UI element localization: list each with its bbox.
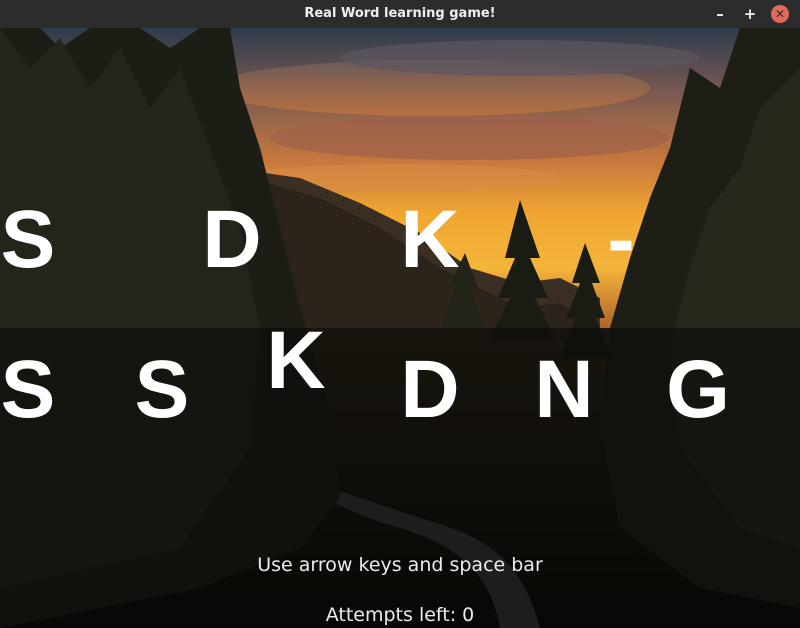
target-letter-3: K bbox=[400, 194, 460, 285]
target-letter-1: S bbox=[0, 194, 56, 285]
choice-letter-5[interactable]: N bbox=[529, 349, 599, 431]
minimize-button[interactable]: – bbox=[711, 5, 729, 23]
choice-letter-selected[interactable]: K bbox=[261, 320, 331, 402]
target-letter-4: - bbox=[607, 194, 635, 285]
target-letter-2: D bbox=[202, 194, 262, 285]
choice-letter-1[interactable]: S bbox=[0, 349, 63, 431]
game-canvas[interactable]: S D K - S S K D N G Use arrow keys and s… bbox=[0, 28, 800, 628]
choice-letter-4[interactable]: D bbox=[395, 349, 465, 431]
app-window: Real Word learning game! – + ✕ S D K - S… bbox=[0, 0, 800, 628]
choice-letter-2[interactable]: S bbox=[127, 349, 197, 431]
instructions-text: Use arrow keys and space bar bbox=[257, 554, 543, 576]
close-button[interactable]: ✕ bbox=[771, 5, 789, 23]
title-bar[interactable]: Real Word learning game! – + ✕ bbox=[0, 0, 800, 28]
attempts-left-text: Attempts left: 0 bbox=[325, 604, 475, 626]
window-title: Real Word learning game! bbox=[304, 6, 496, 21]
maximize-button[interactable]: + bbox=[741, 5, 759, 23]
choice-letter-6[interactable]: G bbox=[663, 349, 733, 431]
